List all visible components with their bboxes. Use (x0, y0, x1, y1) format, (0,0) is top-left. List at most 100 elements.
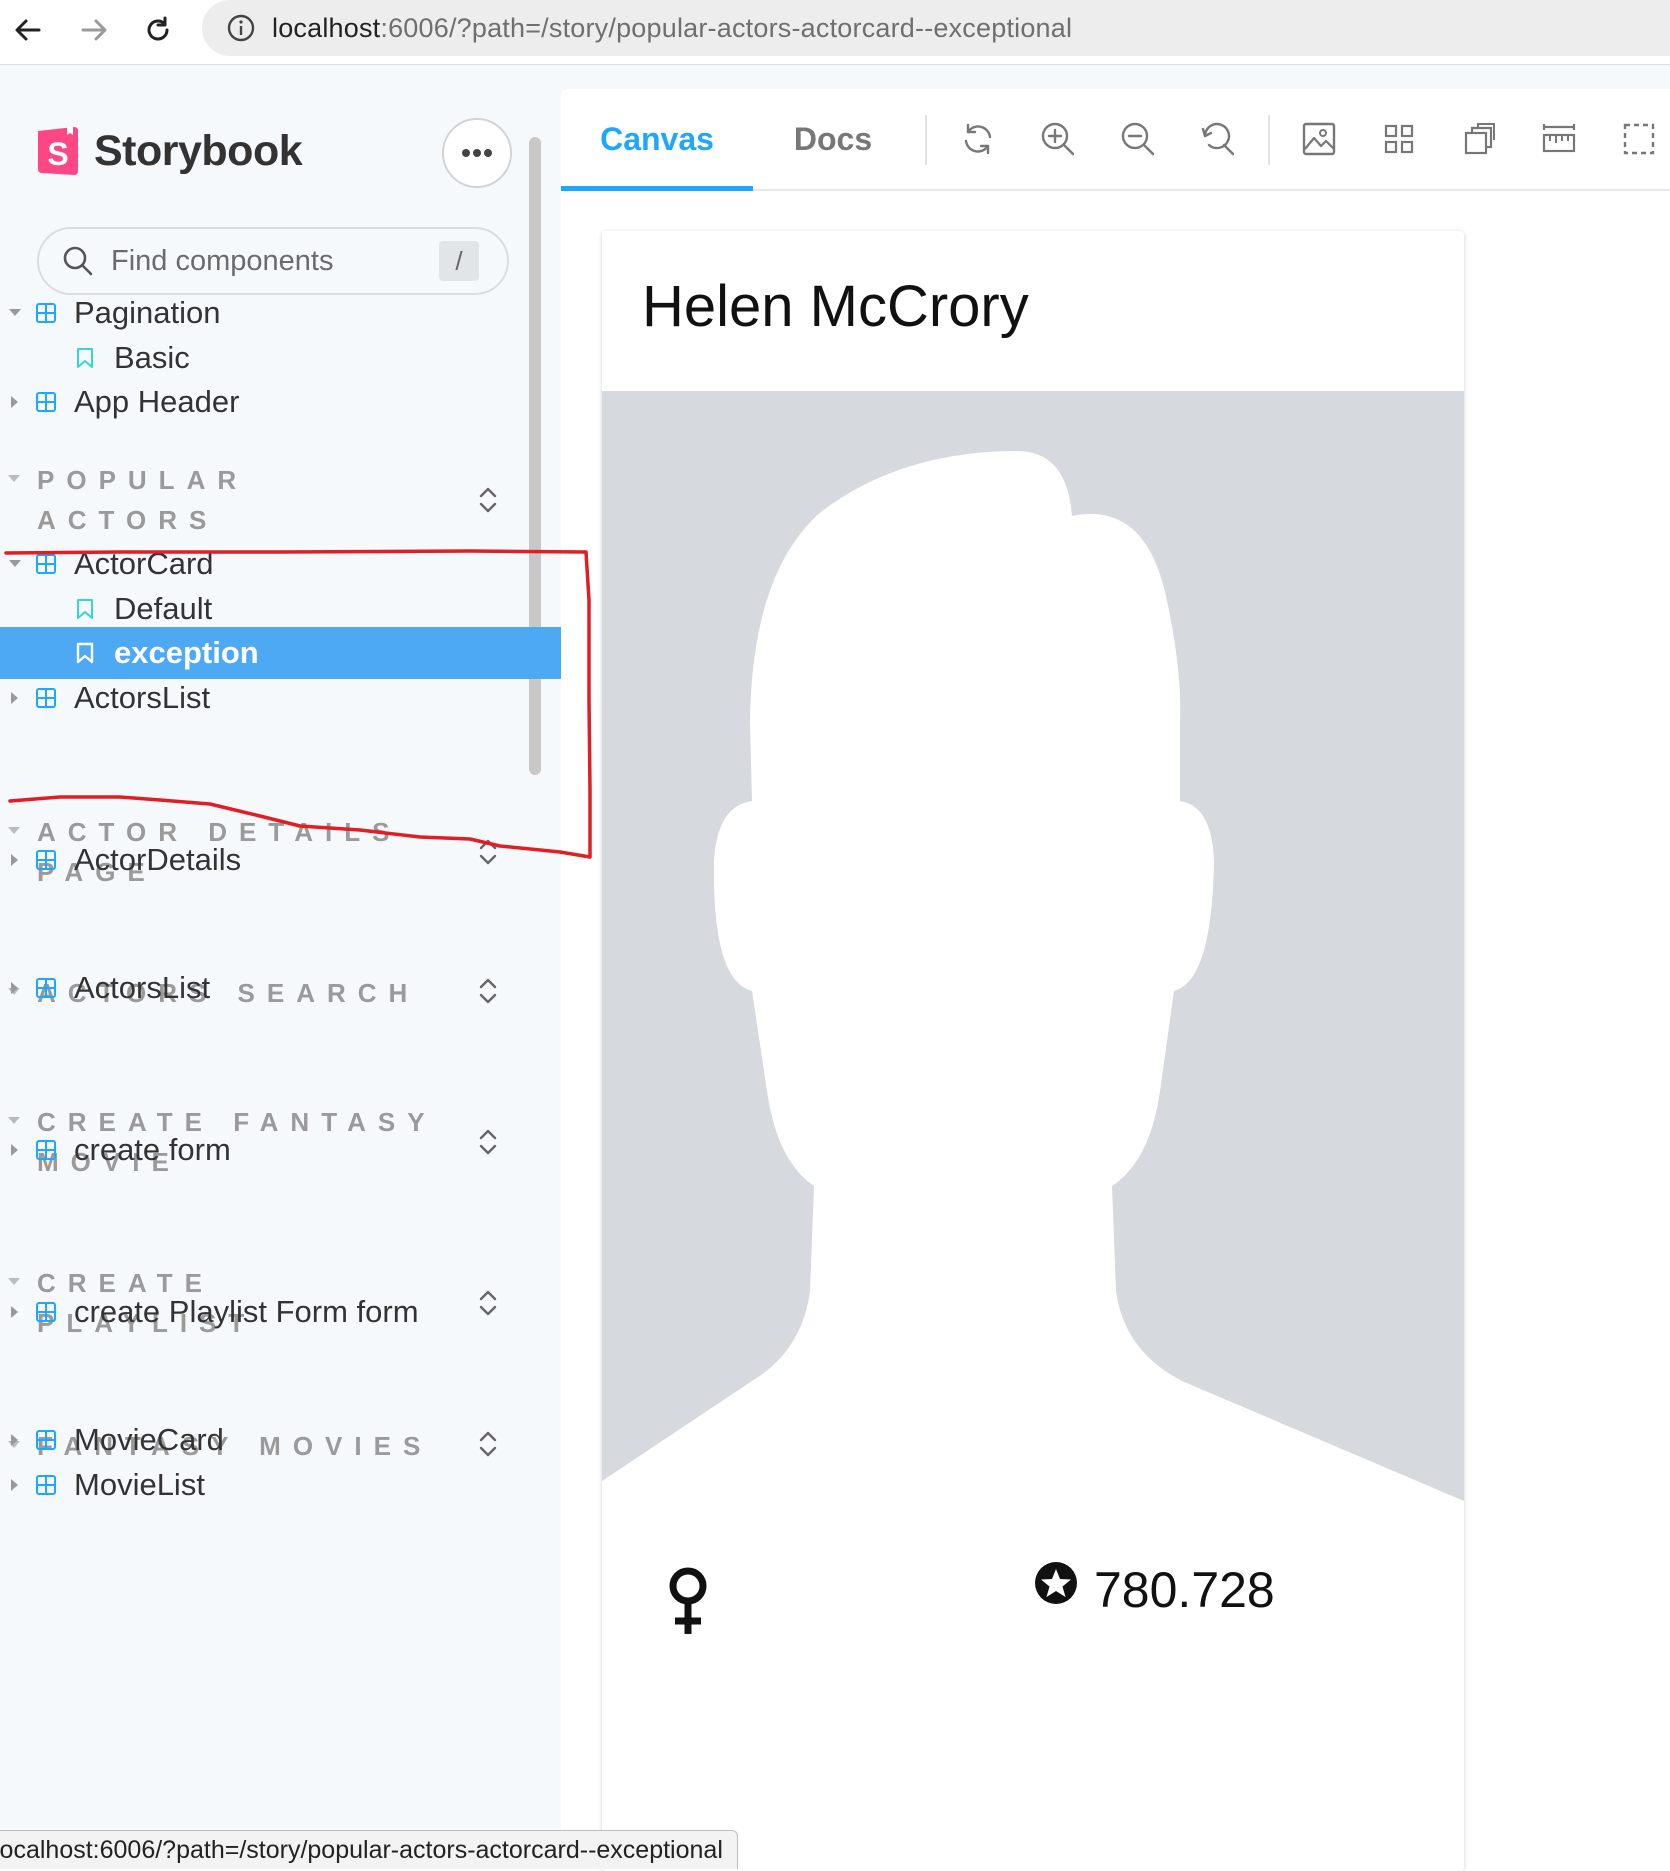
tree-item-label: Basic (114, 340, 190, 375)
sidebar: S Storybook / Pagination Basic App Heade… (0, 65, 561, 1868)
search-icon (63, 246, 93, 276)
back-button[interactable] (8, 10, 48, 50)
tree-item-label: MovieCard (74, 1422, 224, 1457)
brand-title: Storybook (94, 126, 303, 175)
tree-item-label: Default (114, 591, 213, 626)
more-options-button[interactable] (442, 118, 512, 188)
actor-card: Helen McCrory 780.728 (602, 231, 1464, 1871)
caret-right-icon (8, 1433, 22, 1447)
card-footer (602, 1521, 1464, 1871)
url-text: localhost:6006/?path=/story/popular-acto… (272, 13, 1072, 44)
search-input[interactable] (109, 243, 433, 279)
tree-item-app-header[interactable]: App Header (0, 376, 561, 428)
site-info-icon[interactable] (224, 11, 258, 45)
url-path: :6006/?path=/story/popular-actors-actorc… (380, 12, 1073, 43)
expand-collapse-icon[interactable] (476, 484, 500, 516)
caret-right-icon (8, 981, 22, 995)
bookmark-icon (77, 599, 93, 619)
outline-button[interactable] (1617, 117, 1661, 161)
measure-icon (1542, 124, 1576, 153)
component-icon (36, 978, 56, 998)
arrow-right-icon (81, 19, 107, 41)
preview-area: Canvas Docs Helen McCrory 780.728 (561, 65, 1670, 1871)
tree-item-movielist[interactable]: MovieList (0, 1459, 561, 1511)
tab-docs[interactable]: Docs (753, 89, 913, 189)
tree-item-label: create Playlist Form form (74, 1294, 419, 1329)
arrow-left-icon (15, 19, 41, 41)
tree-item-create-form[interactable]: create form (0, 1124, 561, 1176)
ellipsis-icon (462, 149, 492, 157)
tree-item-label: ActorDetails (74, 842, 242, 877)
zoom-out-icon (1121, 122, 1155, 156)
component-icon (36, 392, 56, 412)
zoom-in-button[interactable] (1036, 117, 1080, 161)
preview-panel: Canvas Docs Helen McCrory 780.728 (561, 89, 1670, 1871)
tree-item-label: ActorsList (74, 680, 211, 715)
background-button[interactable] (1297, 117, 1341, 161)
caret-right-icon (8, 1143, 22, 1157)
female-icon (669, 1567, 707, 1634)
address-bar[interactable]: localhost:6006/?path=/story/popular-acto… (202, 0, 1670, 56)
avatar-silhouette-icon (602, 451, 1464, 1521)
tree-item-actordetails[interactable]: ActorDetails (0, 834, 561, 886)
tree-item-label: Pagination (74, 295, 221, 330)
url-host: localhost (272, 12, 381, 43)
tree-item-actorslist-search[interactable]: ActorsList (0, 962, 561, 1014)
caret-right-icon (8, 395, 22, 409)
tree-item-label: App Header (74, 384, 240, 419)
tab-canvas[interactable]: Canvas (561, 89, 753, 191)
zoom-out-button[interactable] (1116, 117, 1160, 161)
viewport-button[interactable] (1457, 117, 1501, 161)
group-label: Popular Actors (37, 465, 249, 535)
search-box: / (37, 227, 509, 295)
tree-item-label: ActorCard (74, 546, 214, 581)
star-icon (1035, 1562, 1077, 1604)
tree-item-create-playlist-form[interactable]: create Playlist Form form (0, 1286, 561, 1338)
component-icon (36, 1430, 56, 1450)
rating-value: 780.728 (1094, 1562, 1275, 1618)
group-popular-actors[interactable]: Popular Actors (0, 460, 561, 540)
caret-down-icon (8, 557, 22, 571)
tree-item-label: MovieList (74, 1467, 205, 1502)
outline-icon (1623, 123, 1655, 155)
reload-page-button[interactable] (138, 10, 178, 50)
component-icon (36, 688, 56, 708)
actor-name: Helen McCrory (642, 274, 1029, 339)
reload-story-button[interactable] (956, 117, 1000, 161)
preview-toolbar: Canvas Docs (561, 89, 1670, 191)
component-icon (36, 850, 56, 870)
actor-rating: 780.728 (1034, 1561, 1275, 1619)
tree-item-actorslist[interactable]: ActorsList (0, 672, 561, 724)
caret-right-icon (8, 691, 22, 705)
component-icon (36, 1140, 56, 1160)
storybook-logo-icon: S (38, 127, 78, 175)
tree-item-label: create form (74, 1132, 231, 1167)
caret-down-icon (8, 306, 22, 320)
forward-button[interactable] (74, 10, 114, 50)
background-icon (1302, 122, 1336, 156)
bookmark-icon (77, 348, 93, 368)
actor-photo-placeholder (602, 391, 1464, 1521)
measure-button[interactable] (1537, 117, 1581, 161)
tree-item-label: ActorsList (74, 970, 211, 1005)
grid-button[interactable] (1377, 117, 1421, 161)
zoom-reset-button[interactable] (1196, 117, 1240, 161)
storybook-brand[interactable]: S Storybook (36, 125, 303, 177)
viewport-icon (1464, 123, 1495, 155)
toolbar-divider (925, 115, 927, 165)
search-shortcut-badge: / (439, 241, 479, 281)
status-bar-url: localhost:6006/?path=/story/popular-acto… (0, 1830, 738, 1869)
reload-icon (964, 123, 992, 155)
caret-down-icon (8, 470, 20, 488)
caret-right-icon (8, 1478, 22, 1492)
svg-text:S: S (47, 136, 68, 172)
zoom-reset-icon (1201, 122, 1235, 156)
component-icon (36, 1475, 56, 1495)
bookmark-icon (76, 642, 94, 664)
toolbar-divider (1268, 115, 1270, 165)
browser-toolbar: localhost:6006/?path=/story/popular-acto… (0, 0, 1670, 65)
component-icon (36, 303, 56, 323)
component-icon (36, 1302, 56, 1322)
tree-item-label: exception (114, 635, 259, 670)
grid-icon (1384, 124, 1414, 154)
